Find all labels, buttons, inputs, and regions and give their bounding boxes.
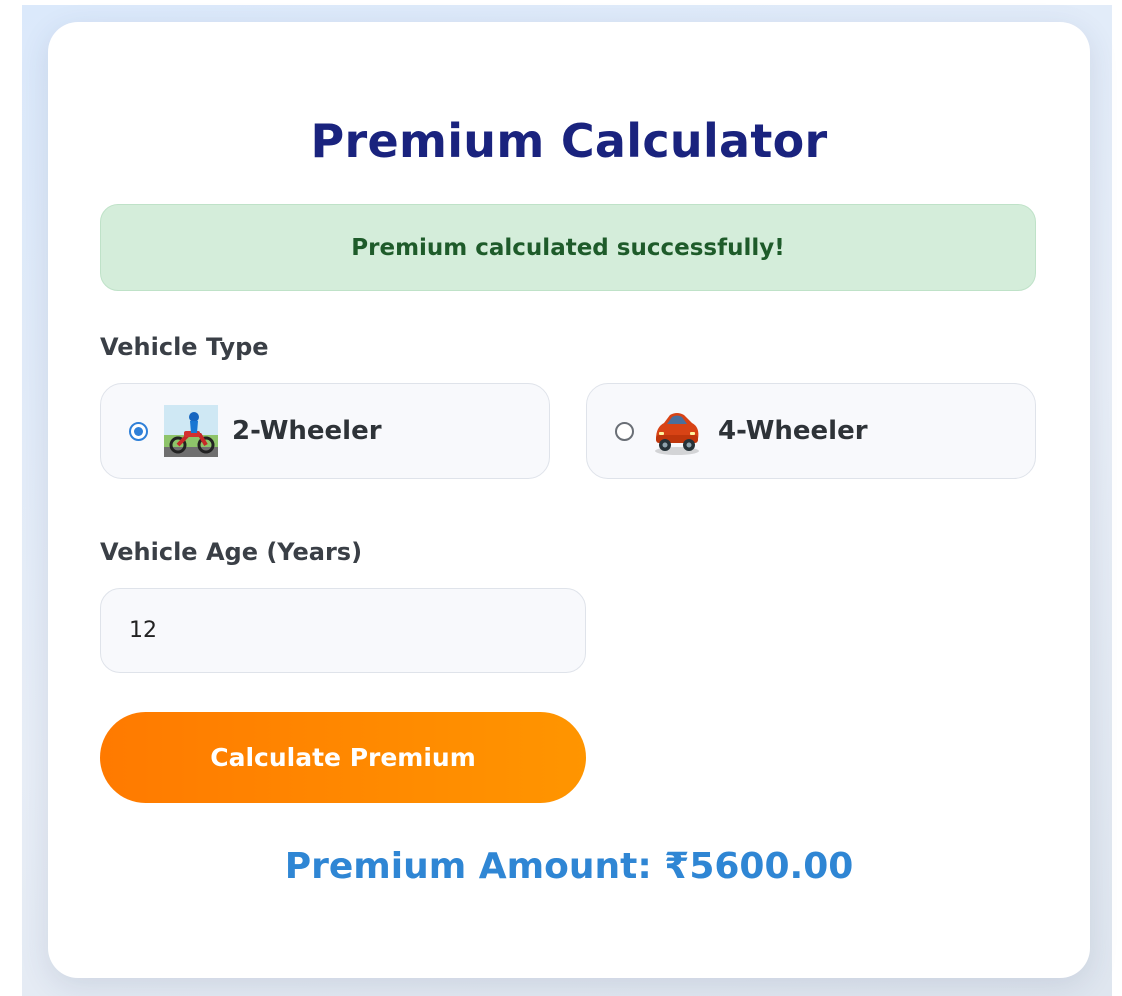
- success-alert-text: Premium calculated successfully!: [351, 234, 785, 261]
- radio-2-wheeler[interactable]: [129, 421, 148, 441]
- option-label-2-wheeler: 2-Wheeler: [232, 416, 382, 446]
- premium-amount-result: Premium Amount: ₹5600.00: [284, 846, 854, 887]
- car-icon: [655, 413, 699, 455]
- vehicle-type-label: Vehicle Type: [100, 333, 269, 361]
- calculator-card: Premium Calculator Premium calculated su…: [48, 22, 1090, 978]
- vehicle-option-4-wheeler[interactable]: 4-Wheeler: [586, 383, 1036, 479]
- vehicle-option-2-wheeler[interactable]: 2-Wheeler: [100, 383, 550, 479]
- radio-4-wheeler[interactable]: [615, 421, 634, 441]
- success-alert: Premium calculated successfully!: [100, 204, 1036, 291]
- vehicle-age-input[interactable]: [100, 588, 586, 673]
- option-label-4-wheeler: 4-Wheeler: [718, 416, 868, 446]
- vehicle-age-label: Vehicle Age (Years): [100, 538, 363, 566]
- motorcycle-icon: [164, 405, 218, 457]
- calculate-premium-button[interactable]: Calculate Premium: [100, 712, 586, 803]
- page-title: Premium Calculator: [310, 114, 828, 168]
